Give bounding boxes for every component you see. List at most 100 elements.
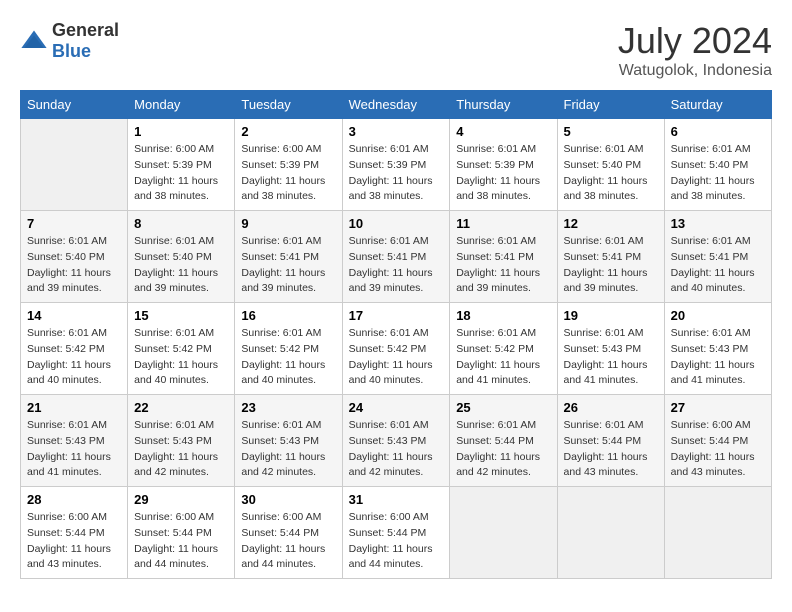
day-detail: Sunrise: 6:00 AM Sunset: 5:44 PM Dayligh…	[241, 510, 335, 573]
day-number: 12	[564, 216, 658, 231]
day-cell: 21 Sunrise: 6:01 AM Sunset: 5:43 PM Dayl…	[21, 395, 128, 487]
day-cell: 18 Sunrise: 6:01 AM Sunset: 5:42 PM Dayl…	[450, 303, 557, 395]
col-monday: Monday	[128, 91, 235, 119]
day-number: 27	[671, 400, 765, 415]
day-cell	[450, 487, 557, 579]
calendar-table: Sunday Monday Tuesday Wednesday Thursday…	[20, 90, 772, 579]
day-number: 11	[456, 216, 550, 231]
week-row-0: 1 Sunrise: 6:00 AM Sunset: 5:39 PM Dayli…	[21, 119, 772, 211]
title-block: July 2024 Watugolok, Indonesia	[618, 20, 772, 80]
day-number: 23	[241, 400, 335, 415]
day-number: 21	[27, 400, 121, 415]
day-cell: 5 Sunrise: 6:01 AM Sunset: 5:40 PM Dayli…	[557, 119, 664, 211]
week-row-3: 21 Sunrise: 6:01 AM Sunset: 5:43 PM Dayl…	[21, 395, 772, 487]
day-cell: 25 Sunrise: 6:01 AM Sunset: 5:44 PM Dayl…	[450, 395, 557, 487]
day-cell: 6 Sunrise: 6:01 AM Sunset: 5:40 PM Dayli…	[664, 119, 771, 211]
col-thursday: Thursday	[450, 91, 557, 119]
logo-icon	[20, 27, 48, 55]
day-cell: 27 Sunrise: 6:00 AM Sunset: 5:44 PM Dayl…	[664, 395, 771, 487]
day-number: 3	[349, 124, 444, 139]
day-cell: 2 Sunrise: 6:00 AM Sunset: 5:39 PM Dayli…	[235, 119, 342, 211]
day-cell	[557, 487, 664, 579]
day-cell: 28 Sunrise: 6:00 AM Sunset: 5:44 PM Dayl…	[21, 487, 128, 579]
col-sunday: Sunday	[21, 91, 128, 119]
logo-general: General	[52, 20, 119, 40]
day-detail: Sunrise: 6:01 AM Sunset: 5:43 PM Dayligh…	[134, 418, 228, 481]
day-number: 6	[671, 124, 765, 139]
day-number: 25	[456, 400, 550, 415]
day-detail: Sunrise: 6:01 AM Sunset: 5:40 PM Dayligh…	[671, 142, 765, 205]
day-detail: Sunrise: 6:00 AM Sunset: 5:44 PM Dayligh…	[349, 510, 444, 573]
day-number: 4	[456, 124, 550, 139]
month-year: July 2024	[618, 20, 772, 62]
day-detail: Sunrise: 6:01 AM Sunset: 5:40 PM Dayligh…	[564, 142, 658, 205]
day-detail: Sunrise: 6:01 AM Sunset: 5:40 PM Dayligh…	[134, 234, 228, 297]
day-cell: 20 Sunrise: 6:01 AM Sunset: 5:43 PM Dayl…	[664, 303, 771, 395]
day-detail: Sunrise: 6:01 AM Sunset: 5:41 PM Dayligh…	[241, 234, 335, 297]
day-cell: 4 Sunrise: 6:01 AM Sunset: 5:39 PM Dayli…	[450, 119, 557, 211]
day-detail: Sunrise: 6:01 AM Sunset: 5:39 PM Dayligh…	[349, 142, 444, 205]
day-detail: Sunrise: 6:01 AM Sunset: 5:43 PM Dayligh…	[671, 326, 765, 389]
page-header: General Blue July 2024 Watugolok, Indone…	[20, 20, 772, 80]
day-number: 24	[349, 400, 444, 415]
col-friday: Friday	[557, 91, 664, 119]
day-detail: Sunrise: 6:00 AM Sunset: 5:44 PM Dayligh…	[27, 510, 121, 573]
day-number: 29	[134, 492, 228, 507]
day-detail: Sunrise: 6:01 AM Sunset: 5:41 PM Dayligh…	[456, 234, 550, 297]
day-detail: Sunrise: 6:00 AM Sunset: 5:44 PM Dayligh…	[671, 418, 765, 481]
week-row-4: 28 Sunrise: 6:00 AM Sunset: 5:44 PM Dayl…	[21, 487, 772, 579]
logo-blue: Blue	[52, 41, 91, 61]
day-number: 1	[134, 124, 228, 139]
day-cell: 17 Sunrise: 6:01 AM Sunset: 5:42 PM Dayl…	[342, 303, 450, 395]
day-number: 7	[27, 216, 121, 231]
day-number: 2	[241, 124, 335, 139]
day-cell: 8 Sunrise: 6:01 AM Sunset: 5:40 PM Dayli…	[128, 211, 235, 303]
day-detail: Sunrise: 6:00 AM Sunset: 5:39 PM Dayligh…	[241, 142, 335, 205]
col-wednesday: Wednesday	[342, 91, 450, 119]
day-cell: 29 Sunrise: 6:00 AM Sunset: 5:44 PM Dayl…	[128, 487, 235, 579]
day-number: 10	[349, 216, 444, 231]
day-cell: 10 Sunrise: 6:01 AM Sunset: 5:41 PM Dayl…	[342, 211, 450, 303]
week-row-1: 7 Sunrise: 6:01 AM Sunset: 5:40 PM Dayli…	[21, 211, 772, 303]
day-cell: 19 Sunrise: 6:01 AM Sunset: 5:43 PM Dayl…	[557, 303, 664, 395]
col-tuesday: Tuesday	[235, 91, 342, 119]
day-detail: Sunrise: 6:01 AM Sunset: 5:43 PM Dayligh…	[27, 418, 121, 481]
day-number: 5	[564, 124, 658, 139]
day-cell	[664, 487, 771, 579]
day-detail: Sunrise: 6:01 AM Sunset: 5:39 PM Dayligh…	[456, 142, 550, 205]
week-row-2: 14 Sunrise: 6:01 AM Sunset: 5:42 PM Dayl…	[21, 303, 772, 395]
day-number: 18	[456, 308, 550, 323]
day-cell: 3 Sunrise: 6:01 AM Sunset: 5:39 PM Dayli…	[342, 119, 450, 211]
day-detail: Sunrise: 6:01 AM Sunset: 5:42 PM Dayligh…	[27, 326, 121, 389]
day-detail: Sunrise: 6:01 AM Sunset: 5:41 PM Dayligh…	[349, 234, 444, 297]
day-number: 9	[241, 216, 335, 231]
day-detail: Sunrise: 6:01 AM Sunset: 5:42 PM Dayligh…	[456, 326, 550, 389]
day-cell: 13 Sunrise: 6:01 AM Sunset: 5:41 PM Dayl…	[664, 211, 771, 303]
day-cell: 16 Sunrise: 6:01 AM Sunset: 5:42 PM Dayl…	[235, 303, 342, 395]
day-detail: Sunrise: 6:01 AM Sunset: 5:42 PM Dayligh…	[134, 326, 228, 389]
day-cell: 23 Sunrise: 6:01 AM Sunset: 5:43 PM Dayl…	[235, 395, 342, 487]
day-number: 8	[134, 216, 228, 231]
day-detail: Sunrise: 6:01 AM Sunset: 5:40 PM Dayligh…	[27, 234, 121, 297]
day-cell: 26 Sunrise: 6:01 AM Sunset: 5:44 PM Dayl…	[557, 395, 664, 487]
day-detail: Sunrise: 6:01 AM Sunset: 5:41 PM Dayligh…	[671, 234, 765, 297]
day-detail: Sunrise: 6:00 AM Sunset: 5:39 PM Dayligh…	[134, 142, 228, 205]
day-number: 26	[564, 400, 658, 415]
day-cell: 9 Sunrise: 6:01 AM Sunset: 5:41 PM Dayli…	[235, 211, 342, 303]
day-number: 28	[27, 492, 121, 507]
col-saturday: Saturday	[664, 91, 771, 119]
day-cell: 15 Sunrise: 6:01 AM Sunset: 5:42 PM Dayl…	[128, 303, 235, 395]
day-number: 20	[671, 308, 765, 323]
day-cell: 12 Sunrise: 6:01 AM Sunset: 5:41 PM Dayl…	[557, 211, 664, 303]
day-number: 15	[134, 308, 228, 323]
location: Watugolok, Indonesia	[618, 62, 772, 80]
logo: General Blue	[20, 20, 119, 62]
day-detail: Sunrise: 6:00 AM Sunset: 5:44 PM Dayligh…	[134, 510, 228, 573]
day-cell: 30 Sunrise: 6:00 AM Sunset: 5:44 PM Dayl…	[235, 487, 342, 579]
logo-text: General Blue	[52, 20, 119, 62]
day-detail: Sunrise: 6:01 AM Sunset: 5:44 PM Dayligh…	[456, 418, 550, 481]
day-cell: 14 Sunrise: 6:01 AM Sunset: 5:42 PM Dayl…	[21, 303, 128, 395]
day-detail: Sunrise: 6:01 AM Sunset: 5:44 PM Dayligh…	[564, 418, 658, 481]
day-detail: Sunrise: 6:01 AM Sunset: 5:42 PM Dayligh…	[241, 326, 335, 389]
day-number: 30	[241, 492, 335, 507]
